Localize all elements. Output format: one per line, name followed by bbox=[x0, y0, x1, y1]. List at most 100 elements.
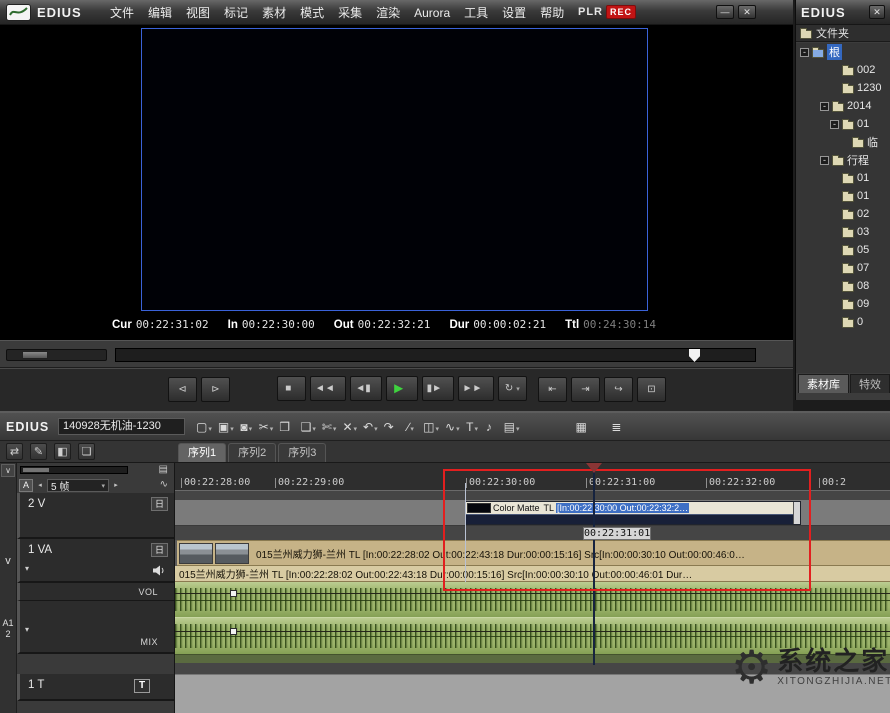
collapse-panel-icon[interactable] bbox=[1, 464, 15, 477]
cut-button[interactable]: ✂ bbox=[257, 417, 276, 437]
bin-tree-item[interactable]: 临 bbox=[796, 133, 890, 151]
track-lane-1va-label[interactable]: 015兰州威力狮-兰州 TL [In:00:22:28:02 Out:00:22… bbox=[175, 566, 890, 582]
playhead-icon[interactable] bbox=[586, 463, 602, 473]
menu-item[interactable]: 采集 bbox=[331, 1, 369, 24]
expand-track-icon[interactable] bbox=[25, 564, 29, 573]
audio-patch-label-1[interactable]: A1 bbox=[0, 618, 16, 628]
timeline-ruler[interactable] bbox=[175, 463, 890, 491]
step-left-icon[interactable] bbox=[36, 481, 44, 489]
audio-mode-button[interactable]: A bbox=[19, 479, 33, 492]
ripple-cut-button[interactable]: ✄ bbox=[320, 417, 339, 437]
paste-button[interactable]: ❑ bbox=[299, 417, 318, 437]
track-height-icon[interactable]: ▤ bbox=[159, 464, 168, 475]
ripple-mode-button[interactable]: ✎ bbox=[30, 443, 47, 460]
goto-out-point-button[interactable]: ⇥ bbox=[571, 377, 600, 402]
bin-tree-item[interactable]: 02 bbox=[796, 205, 890, 223]
rewind-button[interactable]: ◄◄ bbox=[310, 376, 346, 401]
shuttle-left-button[interactable]: ⊲ bbox=[168, 377, 197, 402]
bin-tree-item[interactable]: 07 bbox=[796, 259, 890, 277]
playhead-line[interactable] bbox=[593, 472, 595, 665]
zoom-slider-handle[interactable] bbox=[23, 468, 49, 472]
shuttle-slider[interactable] bbox=[6, 349, 107, 361]
insert-mode-button[interactable]: ⇄ bbox=[6, 443, 23, 460]
previous-frame-button[interactable]: ◄▮ bbox=[350, 376, 382, 401]
track-header-1va[interactable]: 1 VA 日 bbox=[17, 539, 174, 583]
menu-item[interactable]: 设置 bbox=[495, 1, 533, 24]
audio-fade-button[interactable]: ∿ bbox=[443, 417, 462, 437]
expander-icon[interactable]: - bbox=[820, 156, 829, 165]
seek-marker[interactable] bbox=[689, 349, 700, 362]
display-mode-button[interactable]: ⊡ bbox=[637, 377, 666, 402]
bin-tree-item[interactable]: 1230 bbox=[796, 79, 890, 97]
bin-titlebar[interactable]: EDIUS ✕ bbox=[796, 0, 890, 25]
menu-item[interactable]: 视图 bbox=[179, 1, 217, 24]
bin-tree-item[interactable]: 03 bbox=[796, 223, 890, 241]
track-lane-1va-video[interactable]: 015兰州威力狮-兰州 TL [In:00:22:28:02 Out:00:22… bbox=[175, 540, 890, 566]
mix-row[interactable]: MIX bbox=[17, 601, 174, 654]
preview-titlebar[interactable]: EDIUS 文件编辑视图标记素材模式采集渲染Aurora工具设置帮助 PLR R… bbox=[0, 0, 793, 25]
speaker-icon[interactable] bbox=[153, 563, 166, 581]
add-cut-point-button[interactable]: ∕ bbox=[402, 417, 419, 437]
audio-mixer-button[interactable]: ≣ bbox=[609, 417, 628, 437]
video-patch-label[interactable]: v bbox=[0, 555, 16, 567]
menu-item[interactable]: 帮助 bbox=[533, 1, 571, 24]
bin-tree-item[interactable]: 01 bbox=[796, 187, 890, 205]
voice-over-button[interactable]: ♪ bbox=[483, 417, 500, 437]
bin-tree-item[interactable]: - 根 bbox=[796, 43, 890, 61]
bin-tab[interactable]: 素材库 bbox=[798, 374, 849, 393]
seek-bar[interactable] bbox=[115, 348, 756, 362]
color-matte-clip[interactable]: Color Matte TL [In:00:22:30:00 Out:00:22… bbox=[465, 501, 801, 525]
vol-row[interactable]: VOL bbox=[17, 583, 174, 601]
timeline-zoom-slider[interactable] bbox=[20, 466, 128, 474]
add-clip-button[interactable]: ▣ bbox=[216, 417, 236, 437]
title-tool-button[interactable]: T bbox=[464, 417, 481, 437]
frame-step-select[interactable]: 5 帧 bbox=[47, 479, 109, 492]
redo-button[interactable]: ↷ bbox=[382, 417, 401, 437]
volume-keyframe-node[interactable] bbox=[230, 628, 237, 635]
waveform-icon[interactable]: ∿ bbox=[160, 479, 168, 490]
overwrite-mode-button[interactable]: ◧ bbox=[54, 443, 71, 460]
project-name[interactable]: 140928无机油-1230 bbox=[58, 418, 185, 435]
export-button[interactable]: ▤ bbox=[502, 417, 522, 437]
bin-tree-item[interactable]: 05 bbox=[796, 241, 890, 259]
sequence-tab[interactable]: 序列3 bbox=[278, 443, 326, 462]
set-transition-button[interactable]: ◫ bbox=[421, 417, 441, 437]
menu-item[interactable]: 标记 bbox=[217, 1, 255, 24]
bin-tree-item[interactable]: - 2014 bbox=[796, 97, 890, 115]
bin-tab[interactable]: 特效 bbox=[850, 374, 890, 393]
menu-item[interactable]: 文件 bbox=[103, 1, 141, 24]
rec-badge[interactable]: REC bbox=[606, 5, 636, 19]
title-track-icon[interactable]: T bbox=[134, 679, 150, 693]
goto-in-point-button[interactable]: ⇤ bbox=[538, 377, 567, 402]
sequence-tab[interactable]: 序列1 bbox=[178, 443, 226, 462]
new-sequence-button[interactable]: ▢ bbox=[194, 417, 214, 437]
track-header-1t[interactable]: 1 T T bbox=[17, 674, 174, 701]
menu-item[interactable]: 编辑 bbox=[141, 1, 179, 24]
capture-button[interactable]: ▦ bbox=[573, 417, 593, 437]
stop-button[interactable]: ■ bbox=[277, 376, 306, 401]
minimize-button[interactable]: — bbox=[716, 5, 734, 19]
menu-item[interactable]: 模式 bbox=[293, 1, 331, 24]
close-button[interactable]: ✕ bbox=[738, 5, 756, 19]
sync-lock-button[interactable]: ❏ bbox=[78, 443, 95, 460]
undo-button[interactable]: ↶ bbox=[361, 417, 380, 437]
volume-rubber-band[interactable] bbox=[175, 631, 890, 632]
menu-item[interactable]: Aurora bbox=[407, 3, 457, 23]
volume-keyframe-node[interactable] bbox=[230, 590, 237, 597]
video-frame[interactable] bbox=[141, 28, 648, 311]
thumbnail-toggle-icon[interactable]: 日 bbox=[151, 497, 168, 511]
shuttle-slider-handle[interactable] bbox=[22, 351, 48, 359]
menu-item[interactable]: 渲染 bbox=[369, 1, 407, 24]
copy-button[interactable]: ❐ bbox=[277, 417, 296, 437]
save-project-button[interactable]: ◙ bbox=[238, 417, 255, 437]
expand-mix-icon[interactable] bbox=[25, 625, 29, 634]
menu-item[interactable]: 工具 bbox=[457, 1, 495, 24]
bin-tree-item[interactable]: 01 bbox=[796, 169, 890, 187]
volume-rubber-band[interactable] bbox=[175, 593, 890, 594]
step-right-icon[interactable] bbox=[112, 481, 120, 489]
va-video-clip[interactable]: 015兰州威力狮-兰州 TL [In:00:22:28:02 Out:00:22… bbox=[177, 540, 890, 566]
audio-patch-label-2[interactable]: 2 bbox=[0, 629, 16, 639]
expander-icon[interactable]: - bbox=[830, 120, 839, 129]
fast-forward-button[interactable]: ►► bbox=[458, 376, 494, 401]
shuttle-right-button[interactable]: ⊳ bbox=[201, 377, 230, 402]
